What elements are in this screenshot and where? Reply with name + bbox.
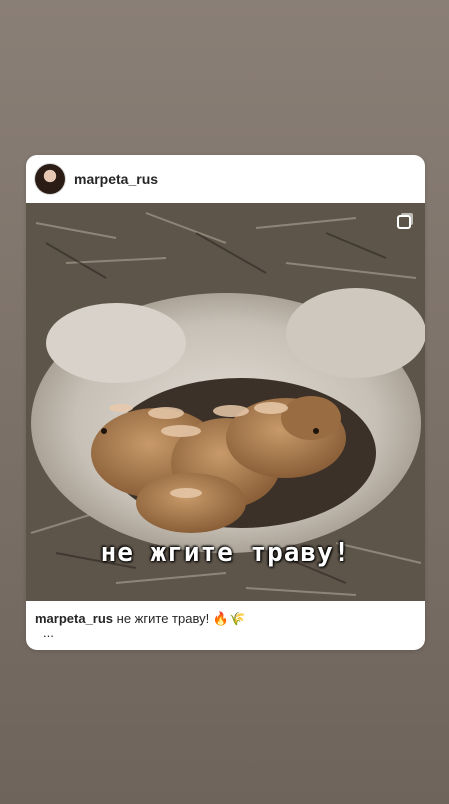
caption-more[interactable]: ... [43, 625, 54, 640]
post-caption: marpeta_rus не жгите траву! 🔥🌾 [35, 611, 415, 627]
post-username[interactable]: marpeta_rus [74, 171, 158, 187]
image-overlay-text: не жгите траву! [100, 538, 351, 568]
post-image[interactable]: не жгите траву! [26, 203, 425, 601]
caption-username[interactable]: marpeta_rus [35, 611, 113, 626]
post-header: marpeta_rus [26, 155, 425, 203]
avatar[interactable] [35, 164, 65, 194]
multiple-posts-icon [397, 215, 411, 229]
shared-post-card[interactable]: marpeta_rus не жгите траву! marpeta_rus … [26, 155, 425, 650]
caption-text: не жгите траву! 🔥🌾 [113, 611, 246, 626]
